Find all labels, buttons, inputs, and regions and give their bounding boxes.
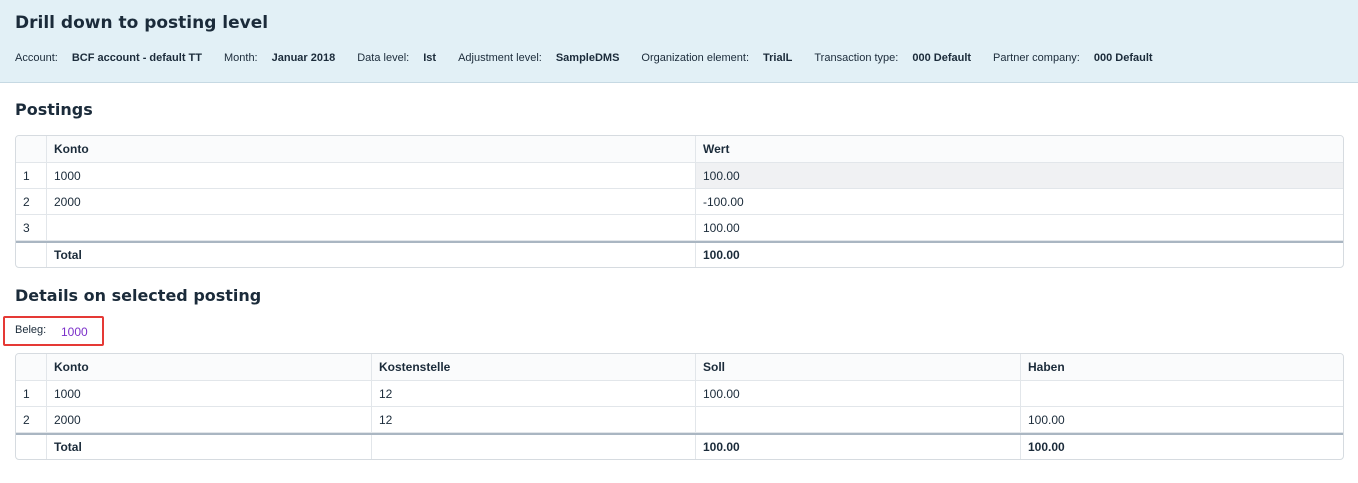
details-header-row: Konto Kostenstelle Soll Haben xyxy=(16,354,1343,381)
haben-cell[interactable] xyxy=(1021,381,1343,406)
data-level-value: Ist xyxy=(423,52,437,64)
table-row[interactable]: 2 2000 -100.00 xyxy=(16,189,1343,215)
beleg-link[interactable]: 1000 xyxy=(61,325,88,339)
postings-total-row: Total 100.00 xyxy=(16,241,1343,267)
row-number: 3 xyxy=(16,215,47,240)
adjustment-level-value: SampleDMS xyxy=(555,52,620,64)
wert-total: 100.00 xyxy=(703,248,740,262)
page-title: Drill down to posting level xyxy=(15,13,269,33)
row-number: 2 xyxy=(16,189,47,214)
details-total-row: Total 100.00 100.00 xyxy=(16,433,1343,459)
row-number-header xyxy=(16,354,47,380)
wert-cell[interactable]: -100.00 xyxy=(696,189,1343,214)
row-number xyxy=(16,435,47,459)
beleg-label: Beleg: xyxy=(15,324,47,336)
konto-cell[interactable]: 1000 xyxy=(47,163,696,188)
konto-cell[interactable]: 2000 xyxy=(47,189,696,214)
page-header: Drill down to posting level Account: BCF… xyxy=(0,0,1358,83)
soll-column-header[interactable]: Soll xyxy=(696,354,1021,380)
konto-column-header[interactable]: Konto xyxy=(47,354,372,380)
wert-column-header[interactable]: Wert xyxy=(696,136,1343,162)
konto-cell[interactable]: 2000 xyxy=(47,407,372,432)
account-label: Account: xyxy=(15,52,58,64)
soll-cell[interactable]: 100.00 xyxy=(696,381,1021,406)
context-bar: Account: BCF account - default TT Month:… xyxy=(15,52,1175,64)
kostenstelle-cell[interactable]: 12 xyxy=(372,381,696,406)
postings-header-row: Konto Wert xyxy=(16,136,1343,163)
month-value: Januar 2018 xyxy=(271,52,336,64)
wert-cell[interactable]: 100.00 xyxy=(696,215,1343,240)
details-grid: Konto Kostenstelle Soll Haben 1 1000 12 … xyxy=(15,353,1344,460)
kostenstelle-cell[interactable]: 12 xyxy=(372,407,696,432)
row-number: 1 xyxy=(16,381,47,406)
transaction-type-label: Transaction type: xyxy=(814,52,899,64)
haben-cell[interactable]: 100.00 xyxy=(1021,407,1343,432)
month-label: Month: xyxy=(223,52,258,64)
kostenstelle-column-header[interactable]: Kostenstelle xyxy=(372,354,696,380)
haben-total: 100.00 xyxy=(1028,440,1065,454)
row-number xyxy=(16,243,47,267)
transaction-type-value: 000 Default xyxy=(912,52,972,64)
adjustment-level-label: Adjustment level: xyxy=(458,52,542,64)
table-row[interactable]: 1 1000 12 100.00 xyxy=(16,381,1343,407)
wert-cell[interactable]: 100.00 xyxy=(696,163,1343,188)
kostenstelle-total xyxy=(372,435,696,459)
organization-element-label: Organization element: xyxy=(641,52,750,64)
row-number: 2 xyxy=(16,407,47,432)
table-row[interactable]: 2 2000 12 100.00 xyxy=(16,407,1343,433)
row-number: 1 xyxy=(16,163,47,188)
konto-cell[interactable] xyxy=(47,215,696,240)
partner-company-label: Partner company: xyxy=(993,52,1080,64)
soll-cell[interactable] xyxy=(696,407,1021,432)
postings-section-title: Postings xyxy=(15,100,93,119)
row-number-header xyxy=(16,136,47,162)
konto-column-header[interactable]: Konto xyxy=(47,136,696,162)
table-row[interactable]: 1 1000 100.00 xyxy=(16,163,1343,189)
account-value: BCF account - default TT xyxy=(71,52,202,64)
total-label: Total xyxy=(47,243,696,267)
table-row[interactable]: 3 100.00 xyxy=(16,215,1343,241)
partner-company-value: 000 Default xyxy=(1093,52,1153,64)
soll-total: 100.00 xyxy=(696,435,1021,459)
postings-grid: Konto Wert 1 1000 100.00 2 2000 -100.00 … xyxy=(15,135,1344,268)
details-section-title: Details on selected posting xyxy=(15,286,262,305)
organization-element-value: TrialL xyxy=(763,52,793,64)
haben-column-header[interactable]: Haben xyxy=(1021,354,1343,380)
data-level-label: Data level: xyxy=(357,52,410,64)
konto-cell[interactable]: 1000 xyxy=(47,381,372,406)
total-label: Total xyxy=(47,435,372,459)
